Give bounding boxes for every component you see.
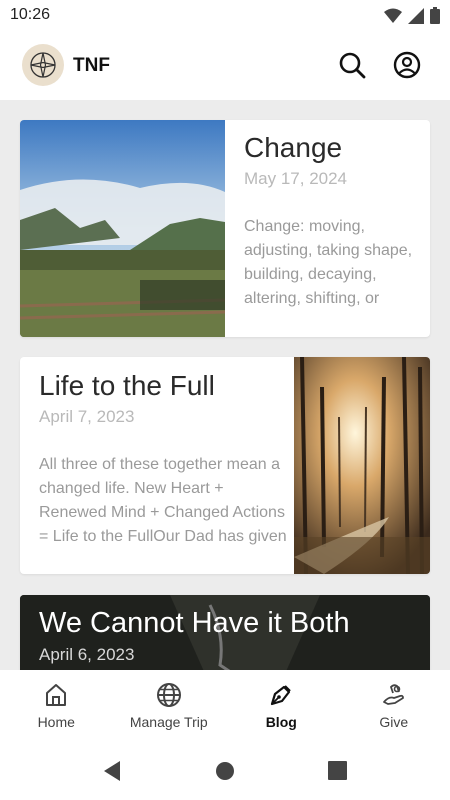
nav-give-label: Give	[379, 714, 409, 730]
post-title: Life to the Full	[39, 370, 215, 401]
status-icons	[384, 7, 440, 24]
post-date: April 6, 2023	[39, 645, 135, 664]
account-icon	[393, 51, 421, 79]
give-hand-icon	[382, 684, 404, 705]
home-circle-icon[interactable]	[215, 761, 235, 781]
compass-logo-icon	[30, 52, 56, 78]
post-image	[20, 120, 226, 337]
nav-home-label: Home	[37, 714, 75, 730]
post-excerpt: Change: moving, adjusting, taking shape,…	[244, 218, 413, 307]
post-card[interactable]: Life to the Full April 7, 2023 All three…	[20, 357, 430, 574]
nav-blog-label: Blog	[265, 714, 297, 730]
system-nav-bar	[0, 750, 450, 800]
post-title: Change	[244, 132, 343, 163]
recents-icon[interactable]	[328, 761, 347, 780]
post-card[interactable]: We Cannot Have it Both April 6, 2023	[20, 595, 430, 670]
app-logo[interactable]	[22, 44, 64, 86]
post-image	[294, 357, 430, 574]
post-title: We Cannot Have it Both	[39, 607, 350, 639]
search-icon	[339, 52, 366, 79]
nav-manage-trip-label: Manage Trip	[129, 714, 208, 730]
post-text: Life to the Full April 7, 2023 All three…	[39, 357, 289, 574]
status-bar: 10:26	[0, 0, 450, 30]
signal-icon	[408, 7, 424, 24]
post-date: May 17, 2024	[244, 169, 348, 188]
nav-manage-trip[interactable]: Manage Trip	[113, 670, 226, 750]
nav-blog[interactable]: Blog	[225, 670, 338, 750]
post-card[interactable]: Change May 17, 2024 Change: moving, adju…	[20, 120, 430, 337]
nav-home[interactable]: Home	[0, 670, 113, 750]
status-time: 10:26	[10, 6, 51, 23]
account-button[interactable]	[392, 50, 422, 80]
post-excerpt: All three of these together mean a chang…	[39, 456, 287, 545]
blog-list: Change May 17, 2024 Change: moving, adju…	[0, 100, 450, 670]
battery-icon	[430, 7, 440, 24]
home-icon	[46, 684, 67, 706]
bottom-nav: Home Manage Trip Blog Give	[0, 670, 450, 750]
wifi-icon	[384, 8, 402, 23]
post-date: April 7, 2023	[39, 407, 135, 426]
pen-nib-icon	[271, 685, 292, 706]
app-bar: TNF	[0, 30, 450, 100]
back-icon[interactable]	[102, 760, 122, 782]
search-button[interactable]	[337, 50, 367, 80]
app-title: TNF	[73, 55, 110, 76]
post-text: Change May 17, 2024 Change: moving, adju…	[244, 120, 420, 337]
globe-icon	[156, 683, 181, 707]
nav-give[interactable]: Give	[338, 670, 450, 750]
